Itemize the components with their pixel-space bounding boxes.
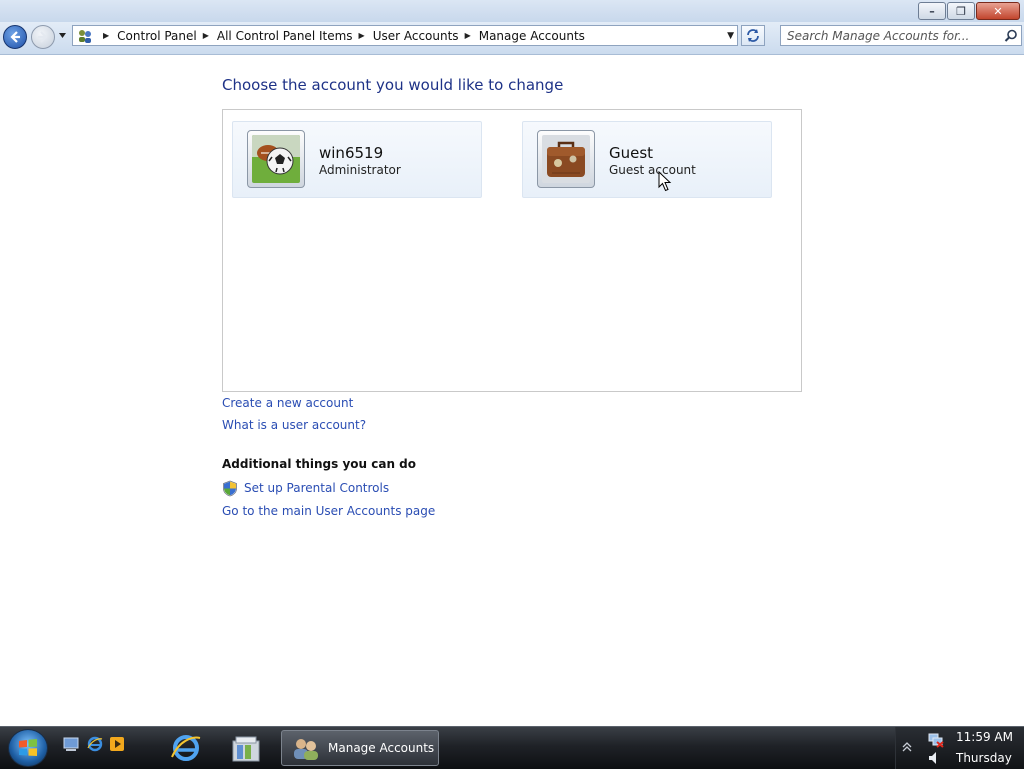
control-panel-icon (77, 28, 93, 44)
show-desktop-icon[interactable] (63, 736, 79, 752)
task-manage-accounts[interactable]: Manage Accounts (281, 730, 439, 766)
window-titlebar: – ❐ ✕ (0, 0, 1024, 22)
clock-day[interactable]: Thursday (956, 751, 1012, 765)
search-input[interactable]: Search Manage Accounts for... (780, 25, 1022, 46)
avatar (247, 130, 305, 188)
window-caption-buttons: – ❐ ✕ (918, 2, 1020, 20)
maximize-button[interactable]: ❐ (947, 2, 975, 20)
page-title: Choose the account you would like to cha… (222, 76, 564, 94)
create-account-link[interactable]: Create a new account (222, 396, 353, 410)
search-icon[interactable] (1004, 29, 1018, 43)
breadcrumb-separator-icon[interactable]: ▶ (103, 31, 109, 40)
volume-icon[interactable] (928, 751, 942, 765)
user-accounts-icon (294, 739, 318, 760)
what-is-user-account-link[interactable]: What is a user account? (222, 418, 366, 432)
account-name: win6519 (319, 144, 384, 162)
forward-button[interactable] (31, 25, 55, 49)
file-cabinet-icon[interactable] (230, 733, 262, 763)
minimize-button[interactable]: – (918, 2, 946, 20)
forward-arrow-icon (38, 31, 48, 43)
close-button[interactable]: ✕ (976, 2, 1020, 20)
parental-controls-link[interactable]: Set up Parental Controls (244, 481, 389, 495)
show-hidden-icons-icon[interactable] (902, 741, 912, 753)
back-arrow-icon (10, 31, 20, 43)
maximize-icon: ❐ (956, 4, 966, 18)
breadcrumb-user-accounts[interactable]: User Accounts (373, 29, 459, 43)
soccer-ball-avatar-icon (252, 135, 300, 183)
task-label: Manage Accounts (328, 741, 435, 755)
close-icon: ✕ (993, 4, 1003, 18)
account-type: Guest account (609, 163, 696, 177)
breadcrumb-control-panel[interactable]: Control Panel (117, 29, 197, 43)
account-tile-guest[interactable]: Guest Guest account (522, 121, 772, 198)
refresh-icon (747, 29, 759, 42)
clock-time[interactable]: 11:59 AM (956, 730, 1013, 744)
breadcrumb-separator-icon[interactable]: ▶ (359, 31, 365, 40)
briefcase-avatar-icon (542, 135, 590, 183)
address-dropdown-icon[interactable]: ▼ (727, 31, 734, 41)
main-user-accounts-link[interactable]: Go to the main User Accounts page (222, 504, 435, 518)
breadcrumb-separator-icon[interactable]: ▶ (203, 31, 209, 40)
navigation-bar: ▶ Control Panel ▶ All Control Panel Item… (0, 22, 1024, 55)
media-player-icon[interactable] (109, 736, 125, 752)
mouse-cursor-icon (658, 171, 672, 192)
refresh-button[interactable] (741, 25, 765, 46)
account-type: Administrator (319, 163, 401, 177)
breadcrumb-separator-icon[interactable]: ▶ (465, 31, 471, 40)
internet-explorer-icon[interactable] (170, 733, 202, 763)
breadcrumb-all-items[interactable]: All Control Panel Items (217, 29, 353, 43)
avatar (537, 130, 595, 188)
breadcrumb-manage-accounts[interactable]: Manage Accounts (479, 29, 585, 43)
minimize-icon: – (929, 4, 935, 18)
windows-logo-icon (19, 739, 37, 756)
internet-explorer-icon[interactable] (87, 736, 103, 752)
network-disconnected-icon[interactable] (928, 732, 944, 748)
accounts-panel: win6519 Administrator Guest Guest accoun… (222, 109, 802, 392)
search-placeholder: Search Manage Accounts for... (787, 29, 970, 43)
recent-pages-dropdown-icon[interactable] (58, 31, 67, 40)
shield-icon (223, 480, 237, 497)
start-button[interactable] (8, 729, 48, 767)
additional-things-heading: Additional things you can do (222, 457, 417, 471)
account-name: Guest (609, 144, 654, 162)
back-button[interactable] (3, 25, 27, 49)
account-tile-win6519[interactable]: win6519 Administrator (232, 121, 482, 198)
address-bar[interactable]: ▶ Control Panel ▶ All Control Panel Item… (72, 25, 738, 46)
taskbar: Manage Accounts 11:59 AM Thursday (0, 726, 1024, 769)
